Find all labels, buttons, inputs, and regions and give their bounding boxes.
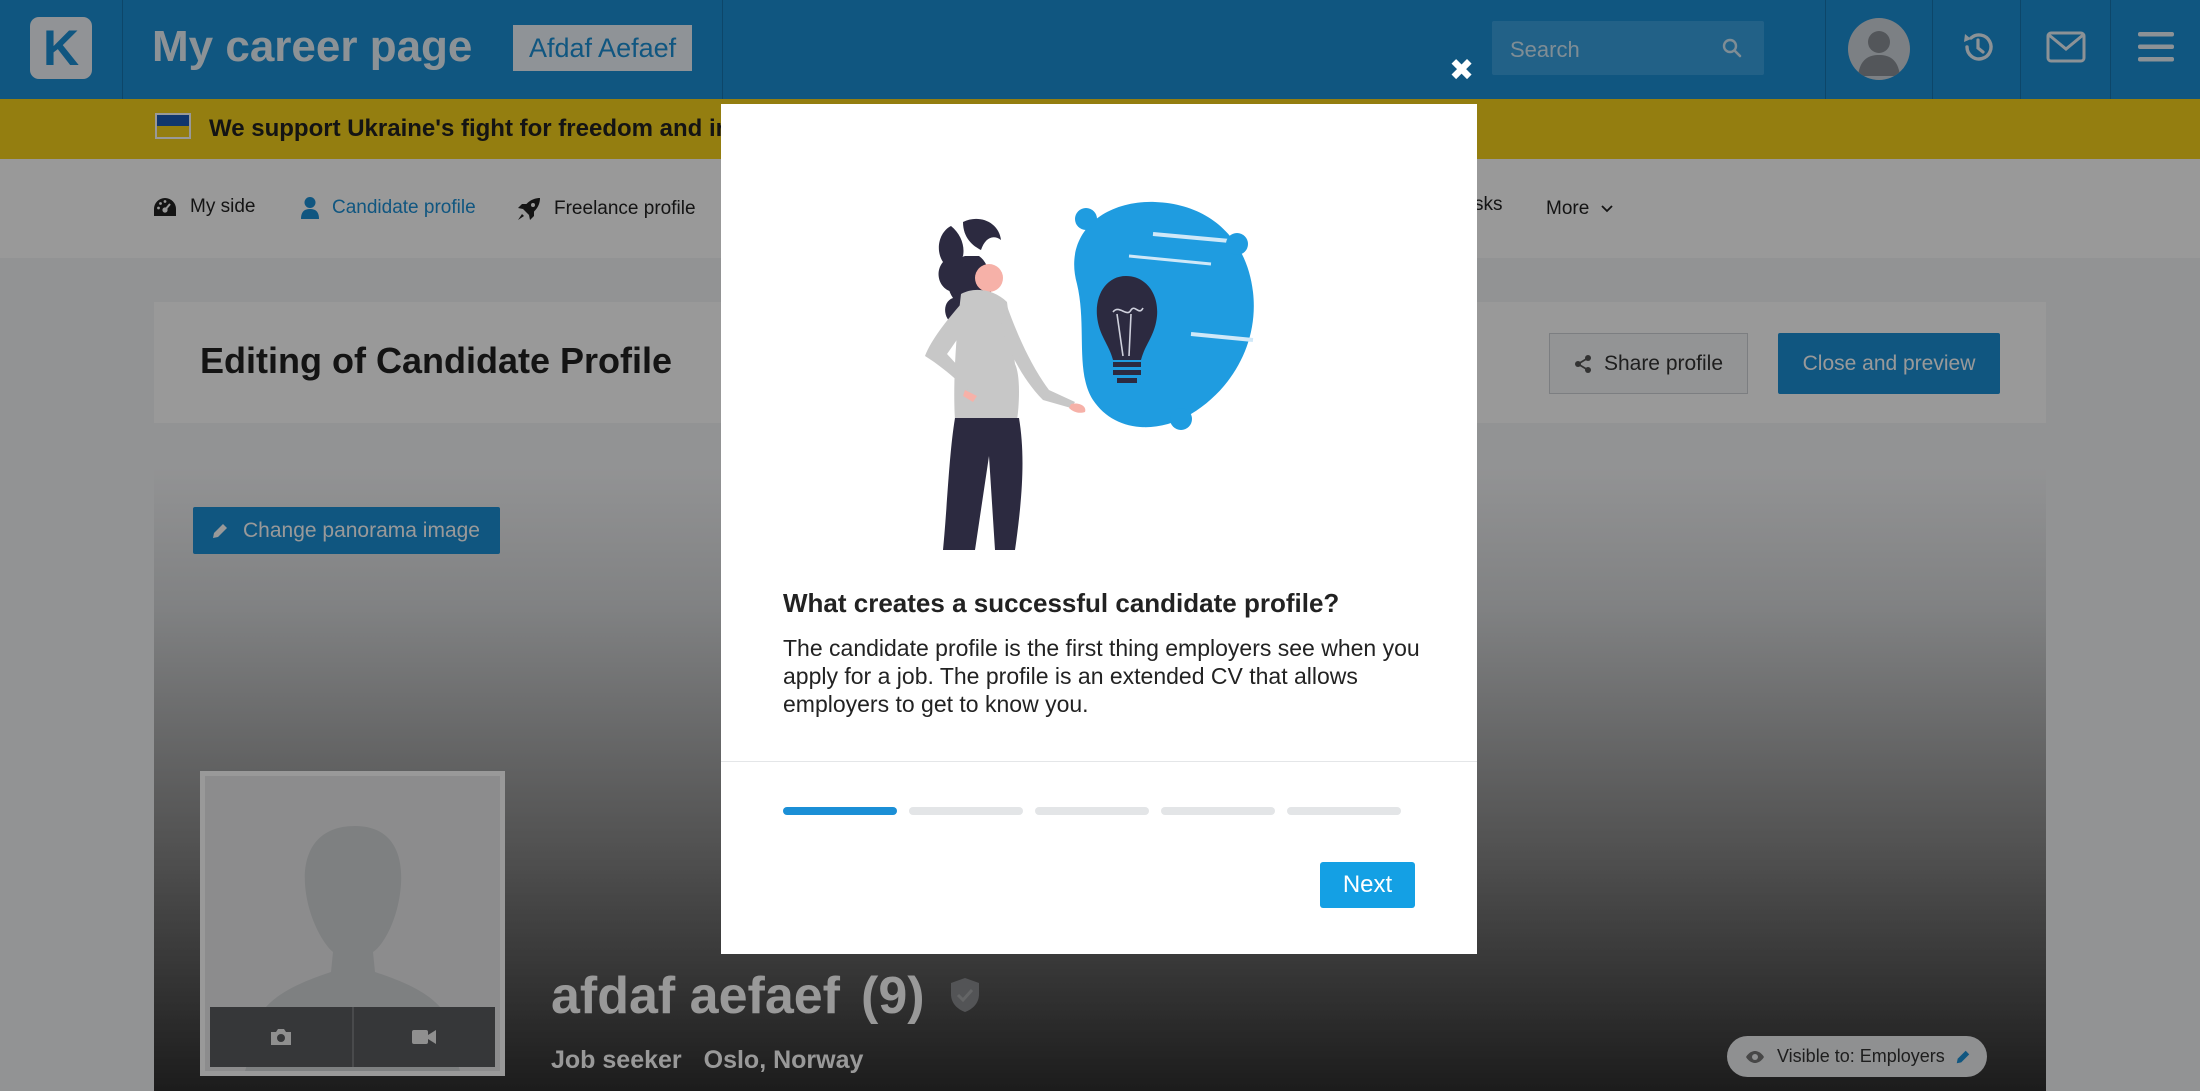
next-button[interactable]: Next xyxy=(1320,862,1415,908)
progress-step xyxy=(1161,807,1275,815)
progress-step xyxy=(783,807,897,815)
progress-step xyxy=(1035,807,1149,815)
modal-body-text: The candidate profile is the first thing… xyxy=(783,635,1420,717)
divider xyxy=(721,761,1477,762)
progress-step xyxy=(1287,807,1401,815)
onboarding-modal: What creates a successful candidate prof… xyxy=(721,104,1477,954)
step-progress xyxy=(783,807,1413,815)
modal-title: What creates a successful candidate prof… xyxy=(783,588,1340,618)
lightbulb-illustration xyxy=(925,201,1254,550)
progress-step xyxy=(909,807,1023,815)
close-icon[interactable]: ✖ xyxy=(1449,56,1474,86)
